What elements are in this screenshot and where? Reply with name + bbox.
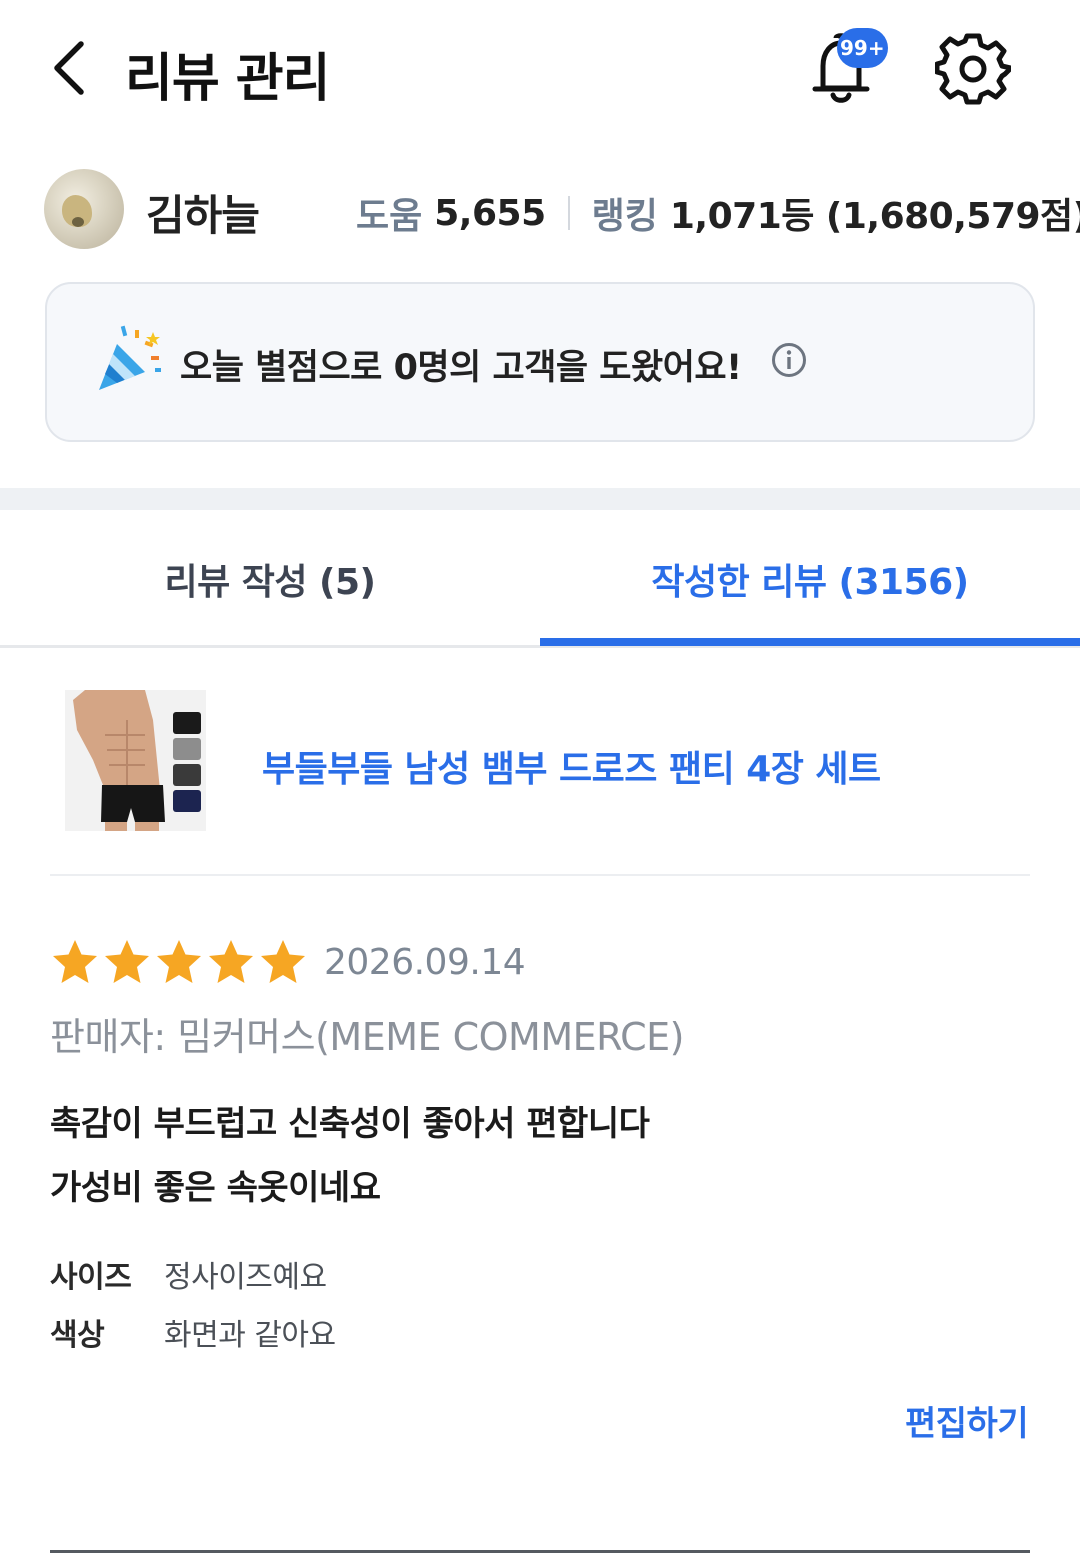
back-button[interactable] — [44, 38, 94, 98]
review-text: 촉감이 부드럽고 신축성이 좋아서 편합니다 가성비 좋은 속옷이네요 — [50, 1092, 650, 1220]
profile-summary: 김하늘 도움 5,655 랭킹 1,071등 (1,680,579점) — [0, 165, 1080, 255]
user-name: 김하늘 — [146, 191, 260, 240]
chevron-left-icon — [54, 41, 84, 95]
party-popper-icon — [99, 325, 161, 390]
ranking-value: 1,071등 (1,680,579점) — [669, 196, 1080, 237]
review-text-line: 촉감이 부드럽고 신축성이 좋아서 편합니다 — [50, 1104, 650, 1144]
help-label: 도움 — [356, 196, 423, 237]
product-summary: 부들부들 남성 뱀부 드로즈 팬티 4장 세트 — [0, 690, 1080, 835]
attribute-key: 색상 — [50, 1318, 105, 1353]
star-icon — [105, 940, 149, 983]
tab-write-review[interactable]: 리뷰 작성 (5) — [0, 510, 540, 648]
page-title: 리뷰 관리 — [125, 49, 330, 109]
help-count: 5,655 — [434, 192, 546, 234]
product-thumbnail-art — [65, 690, 206, 831]
gear-icon — [934, 33, 1014, 105]
seller-name: 판매자: 밈커머스(MEME COMMERCE) — [50, 1015, 685, 1059]
star-icon — [261, 940, 305, 983]
settings-button[interactable] — [934, 30, 1014, 106]
product-image[interactable] — [65, 690, 206, 831]
star-icon — [53, 940, 97, 983]
attribute-value: 정사이즈예요 — [164, 1260, 327, 1295]
banner-message: 오늘 별점으로 0명의 고객을 도왔어요! — [180, 348, 742, 388]
attribute-key: 사이즈 — [50, 1260, 132, 1295]
section-spacer — [0, 488, 1080, 510]
review-bottom-divider — [50, 1550, 1030, 1553]
user-stats: 도움 5,655 랭킹 1,071등 (1,680,579점) — [356, 187, 1080, 239]
avatar[interactable] — [44, 169, 124, 249]
info-icon[interactable] — [771, 342, 807, 378]
review-attributes: 사이즈 정사이즈예요 색상 화면과 같아요 — [50, 1245, 336, 1361]
review-tabs: 리뷰 작성 (5) 작성한 리뷰 (3156) — [0, 510, 1080, 648]
star-icon — [157, 940, 201, 983]
edit-review-button[interactable]: 편집하기 — [905, 1396, 1029, 1445]
product-divider — [50, 874, 1030, 876]
attribute-row-color: 색상 화면과 같아요 — [50, 1303, 336, 1361]
attribute-row-size: 사이즈 정사이즈예요 — [50, 1245, 336, 1303]
review-rating: 2026.09.14 — [50, 932, 526, 992]
review-text-line: 가성비 좋은 속옷이네요 — [50, 1168, 381, 1208]
tab-written-reviews[interactable]: 작성한 리뷰 (3156) — [540, 510, 1080, 648]
stats-divider — [567, 196, 570, 230]
product-name-link[interactable]: 부들부들 남성 뱀부 드로즈 팬티 4장 세트 — [262, 740, 881, 792]
attribute-value: 화면과 같아요 — [164, 1318, 336, 1353]
ranking-label: 랭킹 — [591, 196, 658, 237]
star-icon — [209, 940, 253, 983]
review-date: 2026.09.14 — [324, 941, 526, 983]
app-header: 리뷰 관리 99+ — [0, 0, 1080, 135]
active-tab-indicator — [540, 638, 1080, 646]
help-summary-banner: 오늘 별점으로 0명의 고객을 도왔어요! — [45, 282, 1035, 442]
notification-badge: 99+ — [837, 28, 888, 68]
